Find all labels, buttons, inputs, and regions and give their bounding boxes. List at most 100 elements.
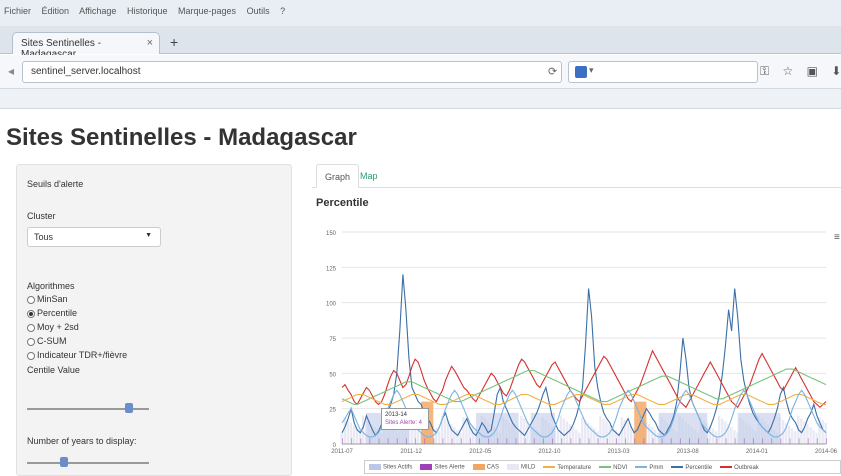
bar-sites-alerte bbox=[351, 438, 353, 444]
y-tick-label: 125 bbox=[326, 266, 337, 272]
menu-history[interactable]: Historique bbox=[127, 6, 168, 16]
browser-tab[interactable]: Sites Sentinelles - Madagascar × bbox=[12, 32, 160, 60]
radio-moy-2sd[interactable]: Moy + 2sd bbox=[27, 322, 79, 332]
years-slider-handle[interactable] bbox=[59, 457, 68, 467]
bar-sites-alerte bbox=[670, 438, 672, 444]
bar-sites-alerte bbox=[826, 438, 827, 444]
centile-label: Centile Value bbox=[27, 365, 80, 375]
bar-sites-alerte bbox=[743, 438, 745, 444]
clipboard-icon[interactable]: ▣ bbox=[807, 64, 818, 78]
legend-item[interactable]: Temperature bbox=[543, 465, 591, 471]
tab-map[interactable]: Map bbox=[352, 164, 386, 188]
toolbar-icons: ⚿ ☆ ▣ ⬇ ⌂ bbox=[760, 64, 841, 79]
y-tick-label: 25 bbox=[329, 408, 336, 414]
bar-sites-alerte bbox=[451, 438, 453, 444]
bar-sites-actifs bbox=[720, 418, 724, 444]
bar-sites-alerte bbox=[716, 438, 718, 444]
bar-sites-alerte bbox=[497, 438, 499, 444]
bookmarks-toolbar bbox=[0, 89, 841, 109]
cluster-label: Cluster bbox=[27, 211, 56, 221]
legend-item[interactable]: MILD bbox=[507, 464, 535, 471]
search-input[interactable]: ▾ bbox=[568, 61, 758, 83]
legend-item[interactable]: Sites Alerte bbox=[420, 464, 465, 471]
cluster-select[interactable]: Tous ▼ bbox=[27, 227, 161, 247]
x-tick-label: 2012-10 bbox=[538, 449, 561, 455]
y-tick-label: 50 bbox=[329, 372, 336, 378]
menu-file[interactable]: Fichier bbox=[4, 6, 31, 16]
radio-csum[interactable]: C-SUM bbox=[27, 336, 67, 346]
bar-sites-alerte bbox=[442, 438, 444, 444]
bar-sites-actifs bbox=[812, 429, 815, 444]
bar-sites-alerte bbox=[780, 438, 782, 444]
bar-sites-alerte bbox=[816, 438, 818, 444]
bar-sites-alerte bbox=[369, 438, 371, 444]
key-icon[interactable]: ⚿ bbox=[760, 64, 769, 78]
chevron-down-icon[interactable]: ▾ bbox=[589, 65, 594, 76]
legend-label: Sites Actifs bbox=[383, 464, 413, 471]
tab-strip: Sites Sentinelles - Madagascar × + bbox=[0, 26, 841, 60]
menu-help[interactable]: ? bbox=[280, 6, 285, 16]
new-tab-button[interactable]: + bbox=[170, 34, 178, 50]
legend-item[interactable]: CAS bbox=[472, 464, 499, 471]
bar-sites-actifs bbox=[794, 431, 797, 444]
years-label: Number of years to display: bbox=[27, 436, 137, 446]
bar-sites-alerte bbox=[378, 438, 380, 444]
bar-sites-alerte bbox=[634, 438, 636, 444]
x-tick-label: 2011-12 bbox=[400, 449, 422, 455]
star-icon[interactable]: ☆ bbox=[782, 64, 793, 78]
download-icon[interactable]: ⬇ bbox=[831, 64, 841, 78]
menu-view[interactable]: Affichage bbox=[79, 6, 116, 16]
chart-tooltip: 2013-14 Sites Alerte: 4 bbox=[381, 408, 429, 430]
series-line-temperature bbox=[341, 393, 826, 405]
bar-sites-alerte bbox=[643, 438, 645, 444]
x-tick-label: 2013-03 bbox=[608, 449, 631, 455]
radio-percentile[interactable]: Percentile bbox=[27, 308, 77, 318]
radio-tdr[interactable]: Indicateur TDR+/fièvre bbox=[27, 350, 127, 360]
bar-sites-actifs bbox=[562, 418, 566, 444]
radio-label: Indicateur TDR+/fièvre bbox=[37, 350, 128, 360]
bar-sites-alerte bbox=[533, 438, 535, 444]
reload-icon[interactable]: ⟳ bbox=[548, 65, 557, 78]
x-tick-label: 2014-06 bbox=[815, 449, 838, 455]
bar-sites-alerte bbox=[698, 438, 700, 444]
search-engine-icon[interactable] bbox=[575, 66, 587, 78]
back-icon[interactable]: ◂ bbox=[8, 64, 14, 78]
legend-item[interactable]: Percentile bbox=[671, 465, 712, 471]
x-tick-label: 2011-07 bbox=[331, 449, 353, 455]
bar-sites-alerte bbox=[606, 438, 608, 444]
bar-sites-alerte bbox=[725, 438, 727, 444]
bar-sites-alerte bbox=[771, 438, 773, 444]
radio-dot-icon bbox=[27, 337, 35, 346]
radio-dot-icon bbox=[27, 295, 35, 304]
legend-item[interactable]: Pmm bbox=[635, 465, 663, 471]
cluster-select-value: Tous bbox=[34, 232, 54, 242]
bar-sites-alerte bbox=[515, 438, 517, 444]
tooltip-date: 2013-14 bbox=[385, 412, 408, 418]
y-tick-label: 75 bbox=[329, 337, 336, 343]
bar-sites-alerte bbox=[689, 438, 691, 444]
legend-item[interactable]: Outbreak bbox=[720, 465, 759, 471]
bar-sites-alerte bbox=[798, 438, 800, 444]
radio-dot-icon bbox=[27, 309, 35, 318]
url-bar[interactable]: sentinel_server.localhost bbox=[22, 61, 562, 83]
menu-tools[interactable]: Outils bbox=[247, 6, 270, 16]
legend-item[interactable]: Sites Actifs bbox=[369, 464, 412, 471]
years-slider[interactable] bbox=[27, 462, 149, 464]
menu-edit[interactable]: Édition bbox=[42, 6, 70, 16]
menu-bookmarks[interactable]: Marque-pages bbox=[178, 6, 236, 16]
bar-sites-alerte bbox=[762, 438, 764, 444]
radio-minsan[interactable]: MinSan bbox=[27, 294, 68, 304]
bar-sites-actifs bbox=[520, 415, 523, 444]
bar-sites-alerte bbox=[734, 438, 736, 444]
legend-swatch bbox=[472, 464, 485, 470]
y-tick-label: 100 bbox=[326, 302, 337, 308]
radio-label: Percentile bbox=[37, 308, 78, 318]
radio-label: MinSan bbox=[37, 294, 68, 304]
close-icon[interactable]: × bbox=[147, 37, 153, 49]
bar-sites-actifs bbox=[809, 427, 812, 444]
url-text: sentinel_server.localhost bbox=[31, 66, 141, 77]
radio-dot-icon bbox=[27, 323, 35, 332]
bar-sites-alerte bbox=[807, 438, 809, 444]
centile-slider-handle[interactable] bbox=[125, 403, 134, 413]
legend-item[interactable]: NDVI bbox=[599, 465, 627, 471]
